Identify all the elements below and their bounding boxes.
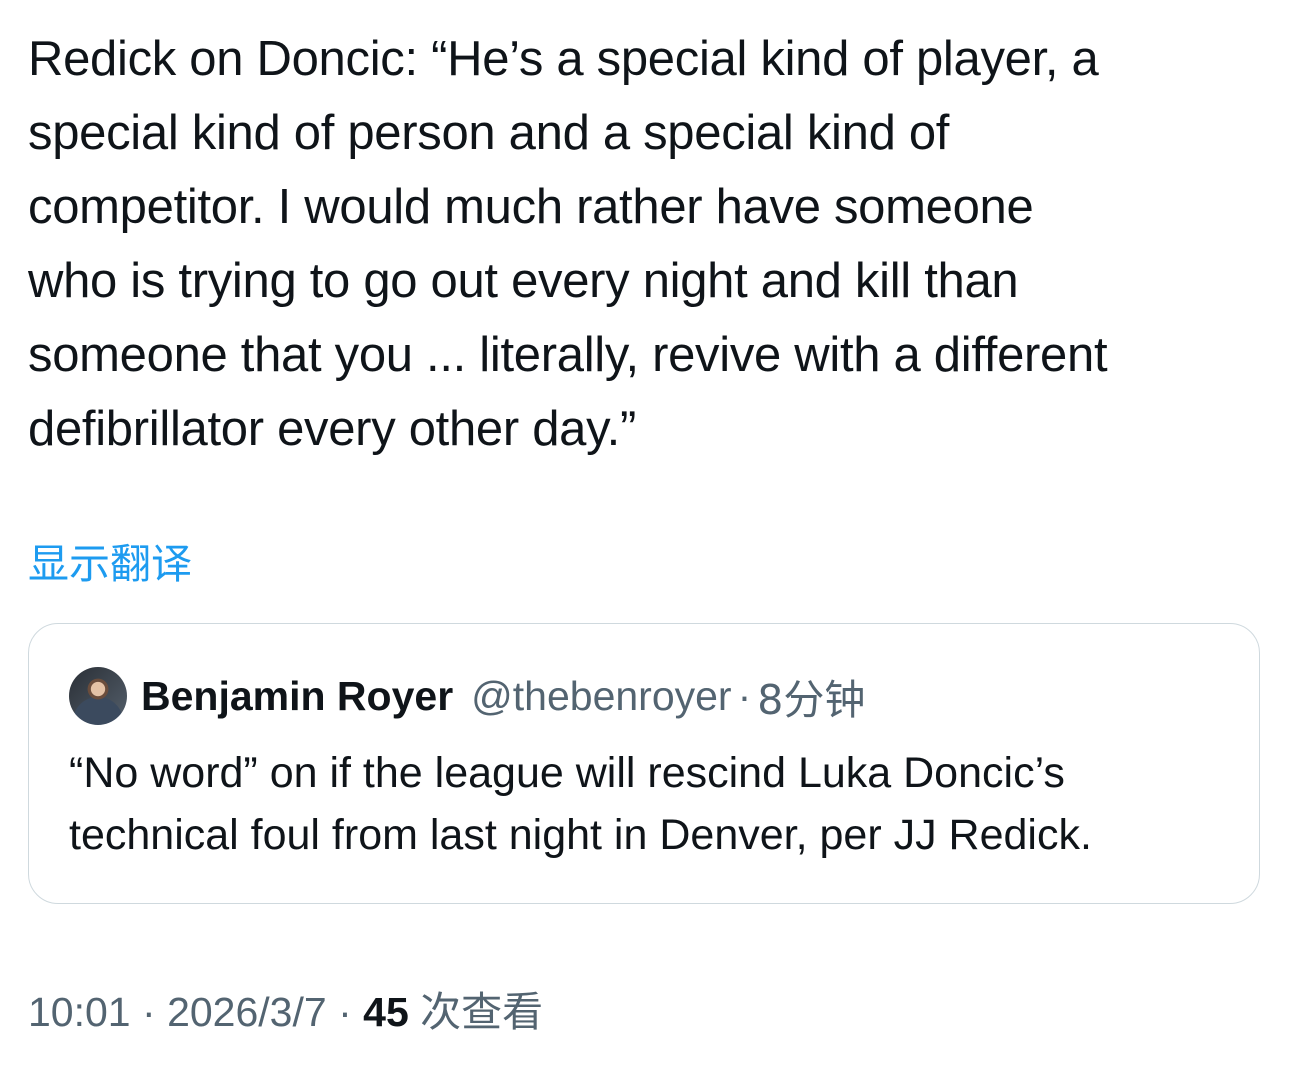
tweet-text: Redick on Doncic: “He’s a special kind o… (28, 32, 1108, 456)
quoted-author-handle[interactable]: @thebenroyer (471, 673, 731, 720)
meta-separator: · (338, 989, 352, 1035)
views-count[interactable]: 45 (363, 989, 409, 1035)
quoted-tweet-text: “No word” on if the league will rescind … (69, 749, 1092, 859)
tweet-date[interactable]: 2026/3/7 (167, 989, 327, 1035)
quoted-author-name[interactable]: Benjamin Royer (141, 673, 453, 720)
avatar[interactable] (69, 667, 127, 725)
quoted-tweet-time[interactable]: 8分钟 (757, 666, 865, 726)
tweet-metadata: 10:01 · 2026/3/7 · 45 次查看 (28, 984, 543, 1040)
quoted-tweet-header: Benjamin Royer @thebenroyer · 8分钟 (69, 664, 865, 728)
meta-separator: · (142, 989, 156, 1035)
header-separator: · (737, 672, 752, 719)
tweet-time[interactable]: 10:01 (28, 989, 131, 1035)
quoted-tweet-card[interactable]: Benjamin Royer @thebenroyer · 8分钟 “No wo… (28, 623, 1260, 904)
show-translation-link[interactable]: 显示翻译 (28, 536, 192, 592)
views-label[interactable]: 次查看 (420, 988, 543, 1036)
